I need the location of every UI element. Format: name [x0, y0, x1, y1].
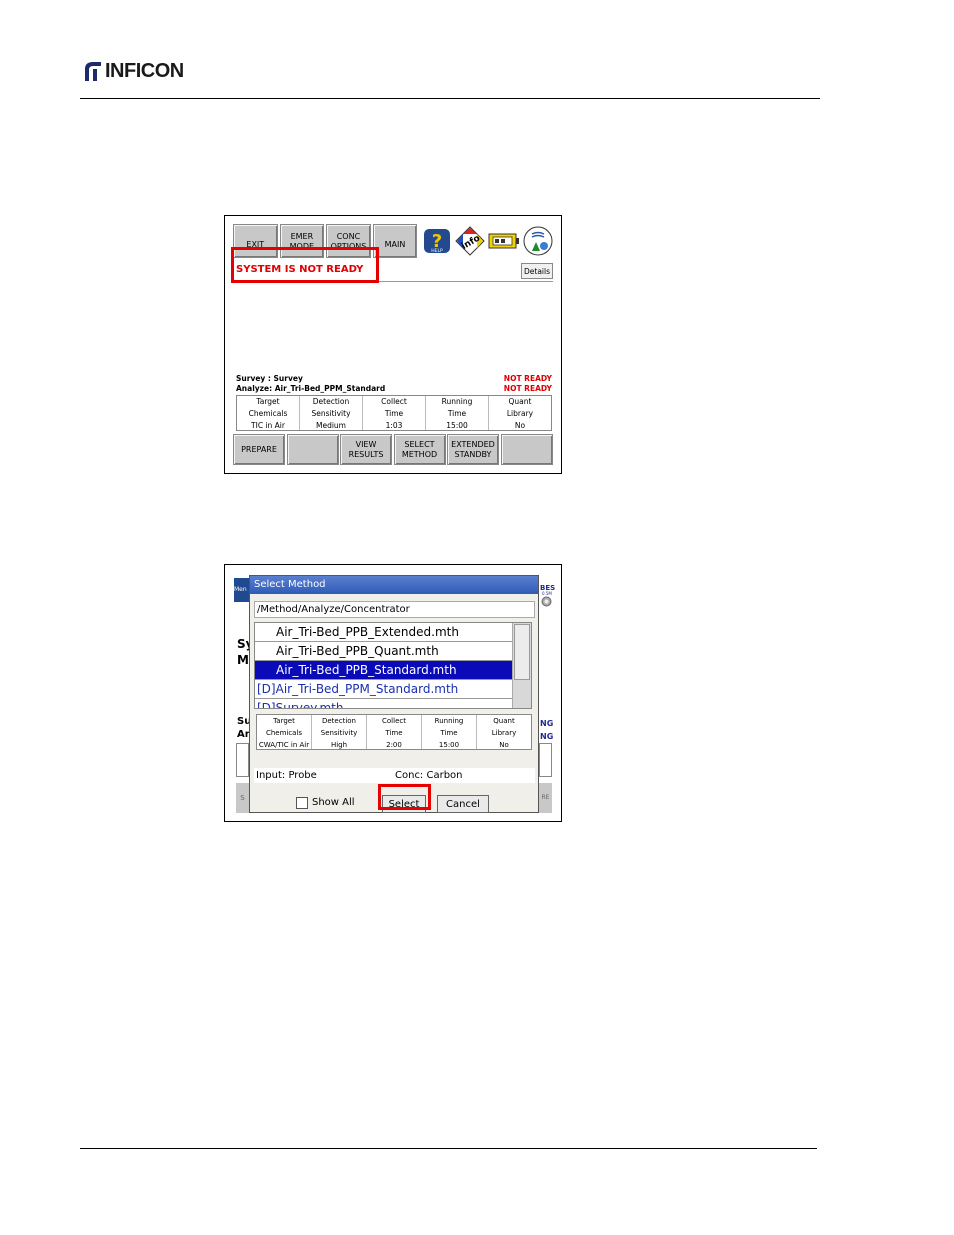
bg-table-edge	[236, 743, 249, 777]
svg-text:HELP: HELP	[431, 248, 443, 254]
environment-icon	[523, 226, 553, 256]
view-label: VIEW	[355, 439, 377, 449]
bg-right-button-label: RE	[541, 794, 550, 801]
bg-table-edge-right	[539, 743, 552, 777]
survey-method-text: Survey : Survey	[236, 374, 303, 383]
cancel-button[interactable]: Cancel	[437, 795, 489, 813]
help-button[interactable]: ? HELP	[422, 226, 452, 256]
bg-left-button: S	[236, 783, 249, 813]
select-label: SELECT	[404, 439, 435, 449]
param-collect-time: Collect Time 1:03	[363, 396, 426, 430]
scrollbar-thumb[interactable]	[514, 624, 530, 680]
show-all-label: Show All	[312, 797, 355, 808]
bg-right-ng-2: NG	[540, 732, 554, 741]
details-label: Details	[523, 266, 550, 276]
method-parameters-table: Target Chemicals TIC in Air Detection Sensi…	[236, 395, 552, 431]
param-running-time: Running Time 15:00	[422, 715, 477, 749]
show-all-checkbox[interactable]	[296, 797, 308, 809]
extended-standby-button[interactable]: EXTENDED STANDBY	[447, 434, 499, 465]
emer-label: EMER	[290, 232, 314, 241]
logo-text: INFICON	[105, 59, 184, 82]
method-path-field[interactable]: /Method/Analyze/Concentrator	[254, 601, 535, 618]
extended-label: EXTENDED	[451, 439, 495, 449]
conc-label: CONC	[336, 232, 361, 241]
input-conc-row: Input: Probe Conc: Carbon	[254, 768, 535, 783]
inficon-logo-mark	[85, 62, 101, 81]
bg-right-button: RE	[539, 783, 552, 813]
list-item[interactable]: [D]Air_Tri-Bed_PPM_Standard.mth	[255, 680, 514, 699]
battery-icon	[488, 233, 520, 249]
analyze-method-text: Analyze: Air_Tri-Bed_PPM_Standard	[236, 384, 386, 393]
help-icon: ? HELP	[424, 229, 451, 254]
select-highlight-box	[378, 784, 431, 810]
list-scrollbar[interactable]	[512, 623, 531, 708]
view-results-button[interactable]: VIEW RESULTS	[340, 434, 392, 465]
input-label: Input: Probe	[256, 770, 317, 781]
bg-left-button-label: S	[240, 794, 245, 802]
bg-label-m: M	[237, 653, 249, 667]
blank-button-1[interactable]	[286, 434, 339, 465]
conc-label: Conc: Carbon	[395, 770, 463, 781]
bg-right-ng-1: NG	[540, 719, 554, 728]
bg-menu-label: Men	[234, 586, 247, 593]
bg-menu-button: Men	[234, 578, 249, 602]
blank-button-2[interactable]	[500, 434, 553, 465]
select-method-dialog: Select Method /Method/Analyze/Concentrat…	[249, 575, 539, 813]
bottom-toolbar: PREPARE VIEW RESULTS SELECT METHOD EXTENDE…	[233, 434, 553, 465]
dialog-parameters-table: Target Chemicals CWA/TIC in Air Detection S…	[256, 714, 532, 750]
main-screen-capture: EXIT EMER MODE CONC OPTIONS MAIN ? HELP in…	[224, 215, 562, 474]
survey-status-text: NOT READY	[503, 374, 552, 383]
main-label: MAIN	[384, 240, 406, 249]
param-quant-library: Quant Library No	[506, 397, 534, 430]
environment-status[interactable]	[523, 226, 553, 256]
list-item-selected[interactable]: Air_Tri-Bed_PPB_Standard.mth	[255, 661, 514, 680]
results-label: RESULTS	[348, 449, 384, 459]
method-file-list[interactable]: Air_Tri-Bed_PPB_Extended.mth Air_Tri-Bed…	[254, 622, 532, 709]
cancel-button-label: Cancel	[446, 798, 480, 810]
param-detection-sensitivity: Detection Sensitivity Medium	[300, 396, 363, 430]
details-button[interactable]: Details	[521, 263, 553, 279]
param-quant-library: Quant Library No	[491, 717, 517, 749]
info-icon: info	[455, 226, 485, 256]
prepare-button[interactable]: PREPARE	[233, 434, 285, 465]
analyze-status-text: NOT READY	[503, 384, 552, 393]
list-item[interactable]: [D]Survey.mth	[255, 699, 514, 708]
param-collect-time: Collect Time 2:00	[367, 715, 422, 749]
param-detection-sensitivity: Detection Sensitivity High	[312, 715, 367, 749]
select-method-button[interactable]: SELECT METHOD	[393, 434, 446, 465]
main-button[interactable]: MAIN	[372, 224, 418, 258]
method-label: METHOD	[401, 449, 438, 459]
footer-rule	[80, 1148, 817, 1149]
list-item[interactable]: Air_Tri-Bed_PPB_Quant.mth	[255, 642, 514, 661]
param-running-time: Running Time 15:00	[426, 396, 489, 430]
dialog-title: Select Method	[250, 576, 538, 594]
header-rule	[80, 98, 820, 99]
bg-label-ar: Ar	[237, 729, 250, 740]
param-target-chemicals: Target Chemicals CWA/TIC in Air	[257, 715, 312, 749]
inficon-logo: INFICON	[81, 58, 184, 84]
list-item[interactable]: Air_Tri-Bed_PPB_Extended.mth	[255, 623, 514, 642]
param-target-chemicals: Target Chemicals TIC in Air	[237, 396, 300, 430]
prepare-label: PREPARE	[241, 444, 277, 454]
standby-label: STANDBY	[454, 449, 492, 459]
status-highlight-box	[231, 247, 379, 283]
battery-status[interactable]	[488, 226, 520, 256]
bg-settings-icon	[541, 596, 552, 607]
select-method-screen-capture: Men Sy M Su Ar S BES 0.5M NG NG RE Selec…	[224, 564, 562, 822]
info-button[interactable]: info	[455, 226, 485, 256]
